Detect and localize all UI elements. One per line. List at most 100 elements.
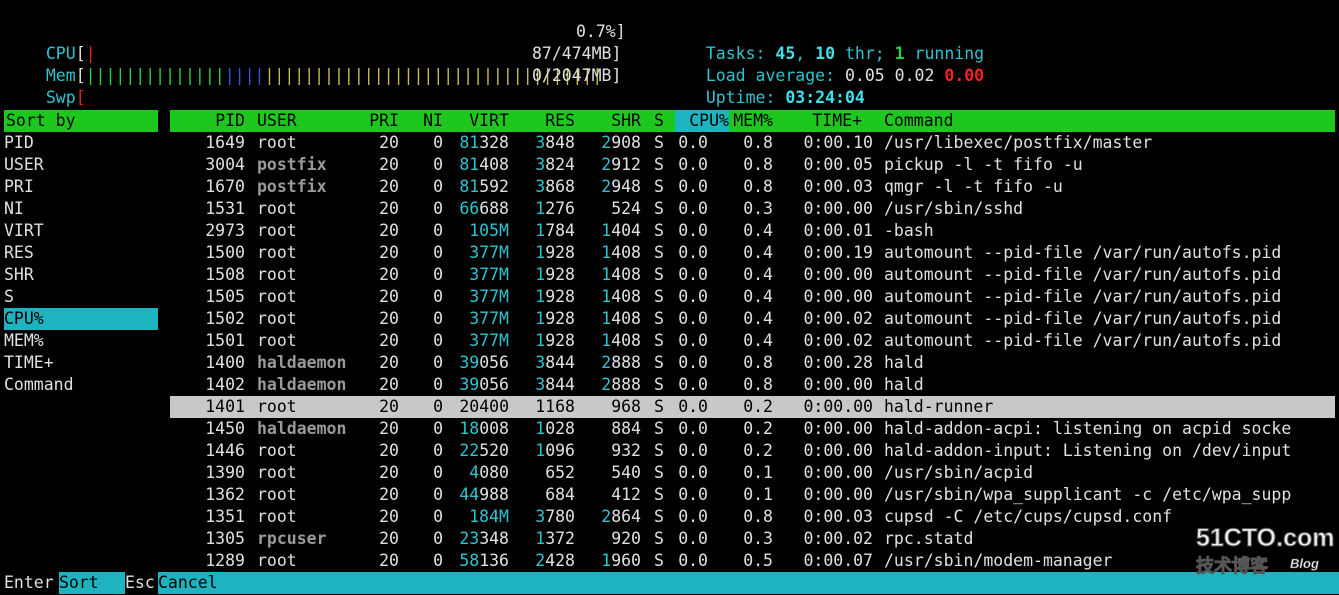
cell-s: S — [654, 199, 664, 218]
cell-shr: 2888 — [601, 353, 641, 372]
cell-cmd: -bash — [884, 221, 934, 240]
cell-user: root — [257, 243, 297, 262]
cell-shr: 884 — [611, 419, 641, 438]
sort-option-cpu[interactable]: CPU% — [4, 308, 158, 330]
uptime: Uptime: 03:24:04 — [705, 88, 865, 107]
cell-pid: 1400 — [205, 353, 245, 372]
table-row[interactable]: 1351 root 20 0 184M 3780 2864 S 0.0 0.8 0:00.03 cup… — [170, 506, 1335, 528]
column-header-ni[interactable]: NI — [423, 110, 443, 132]
table-row[interactable]: 1401 root 20 0 20400 1168 968 S 0.0 0.2 0:00.00 hal… — [170, 396, 1335, 418]
sort-option-ni[interactable]: NI — [4, 198, 158, 220]
column-header-cpu[interactable]: CPU% — [689, 110, 729, 132]
column-header-time[interactable]: TIME+ — [812, 110, 862, 132]
cell-s: S — [654, 551, 664, 570]
cell-ni: 0 — [433, 309, 443, 328]
cell-s: S — [654, 155, 664, 174]
column-header-virt[interactable]: VIRT — [469, 110, 509, 132]
cell-s: S — [654, 265, 664, 284]
sort-option-s[interactable]: S — [4, 286, 158, 308]
cell-user: postfix — [257, 155, 327, 174]
table-row[interactable]: 1402 haldaemon 20 0 39056 3844 2888 S 0.0 0.8 0:00… — [170, 374, 1335, 396]
load-5min: 0.02 — [894, 66, 935, 85]
cell-virt: 20400 — [459, 397, 509, 416]
cell-time: 0:00.00 — [803, 463, 873, 482]
column-header-pri[interactable]: PRI — [369, 110, 399, 132]
column-header-shr[interactable]: SHR — [611, 110, 641, 132]
table-row[interactable]: 1289 root 20 0 58136 2428 1960 S 0.0 0.5 0:00.07/u… — [170, 550, 1335, 572]
sort-option-time[interactable]: TIME+ — [4, 352, 158, 374]
cell-virt: 377M — [469, 309, 509, 328]
cell-shr: 1408 — [601, 287, 641, 306]
table-row[interactable]: 1400 haldaemon 20 0 39056 3844 2888 S 0.0 0.8 0:00… — [170, 352, 1335, 374]
cell-user: haldaemon — [257, 353, 347, 372]
cell-s: S — [654, 485, 664, 504]
cell-time: 0:00.10 — [803, 133, 873, 152]
cell-user: root — [257, 507, 297, 526]
cell-user: root — [257, 309, 297, 328]
cpu-meter: CPU[| — [45, 44, 96, 63]
cell-cmd: hald — [884, 375, 924, 394]
table-row[interactable]: 1446 root 20 0 22520 1096 932 S 0.0 0.2 0:00.00 hal… — [170, 440, 1335, 462]
cell-pri: 20 — [379, 397, 399, 416]
cell-res: 684 — [545, 485, 575, 504]
table-row[interactable]: 1670 postfix 20 0 81592 3868 2948 S 0.0 0.8 0:00.0… — [170, 176, 1335, 198]
table-row[interactable]: 1450 haldaemon 20 0 18008 1028 884 S 0.0 0.2 0:00.… — [170, 418, 1335, 440]
column-header-user[interactable]: USER — [257, 110, 297, 132]
cell-cmd: /usr/sbin/modem-manager — [884, 551, 1113, 570]
column-header-s[interactable]: S — [654, 110, 664, 132]
table-row[interactable]: 1501 root 20 0 377M 1928 1408 S 0.0 0.4 0:00.02 aut… — [170, 330, 1335, 352]
sort-option-virt[interactable]: VIRT — [4, 220, 158, 242]
cell-virt: 377M — [469, 243, 509, 262]
cell-virt: 81328 — [459, 133, 509, 152]
sort-option-user[interactable]: USER — [4, 154, 158, 176]
cell-cmd: /usr/libexec/postfix/master — [884, 133, 1153, 152]
cell-user: root — [257, 221, 297, 240]
column-header-res[interactable]: RES — [545, 110, 575, 132]
cell-virt: 58136 — [459, 551, 509, 570]
table-row[interactable]: 1390 root 20 0 4080 652 540 S 0.0 0.1 0:00.00/usr/… — [170, 462, 1335, 484]
cell-time: 0:00.00 — [803, 441, 873, 460]
cell-pri: 20 — [379, 375, 399, 394]
table-row[interactable]: 1505 root 20 0 377M 1928 1408 S 0.0 0.4 0:00.00 aut… — [170, 286, 1335, 308]
sort-option-res[interactable]: RES — [4, 242, 158, 264]
cell-shr: 920 — [611, 529, 641, 548]
table-row[interactable]: 1502 root 20 0 377M 1928 1408 S 0.0 0.4 0:00.02 aut… — [170, 308, 1335, 330]
table-row[interactable]: 1649 root 20 0 81328 3848 2908 S 0.0 0.8 0:00.10/u… — [170, 132, 1335, 154]
cell-ni: 0 — [433, 199, 443, 218]
column-header-pid[interactable]: PID — [215, 110, 245, 132]
cell-time: 0:00.00 — [803, 419, 873, 438]
sort-option-pri[interactable]: PRI — [4, 176, 158, 198]
esc-key[interactable]: Esc — [125, 572, 155, 594]
table-row[interactable]: 3004 postfix 20 0 81408 3824 2912 S 0.0 0.8 0:00.0… — [170, 154, 1335, 176]
column-header-mem[interactable]: MEM% — [733, 110, 773, 132]
sort-option-shr[interactable]: SHR — [4, 264, 158, 286]
cell-cpu: 0.0 — [678, 331, 708, 350]
cell-time: 0:00.00 — [803, 287, 873, 306]
cell-shr: 2948 — [601, 177, 641, 196]
cell-cmd: /usr/sbin/wpa_supplicant -c /etc/wpa_sup… — [884, 485, 1292, 504]
table-row[interactable]: 1500 root 20 0 377M 1928 1408 S 0.0 0.4 0:00.19 aut… — [170, 242, 1335, 264]
table-row[interactable]: 2973 root 20 0 105M 1784 1404 S 0.0 0.4 0:00.01 -ba… — [170, 220, 1335, 242]
table-row[interactable]: 1305 rpcuser 20 0 23348 1372 920 S 0.0 0.3 0:00.02… — [170, 528, 1335, 550]
table-row[interactable]: 1531 root 20 0 66688 1276 524 S 0.0 0.3 0:00.00/us… — [170, 198, 1335, 220]
cell-virt: 377M — [469, 265, 509, 284]
cell-cmd: hald — [884, 353, 924, 372]
cancel-button[interactable]: Cancel — [158, 572, 1339, 594]
cell-time: 0:00.02 — [803, 529, 873, 548]
cell-res: 1168 — [535, 397, 575, 416]
sort-option-command[interactable]: Command — [4, 374, 158, 396]
cell-pid: 1450 — [205, 419, 245, 438]
table-row[interactable]: 1362 root 20 0 44988 684 412 S 0.0 0.1 0:00.00/usr… — [170, 484, 1335, 506]
sort-button[interactable]: Sort — [59, 572, 125, 594]
cell-s: S — [654, 353, 664, 372]
sort-option-mem[interactable]: MEM% — [4, 330, 158, 352]
cell-cpu: 0.0 — [678, 133, 708, 152]
sort-option-pid[interactable]: PID — [4, 132, 158, 154]
column-header-cmd[interactable]: Command — [884, 110, 954, 132]
cell-s: S — [654, 507, 664, 526]
enter-key[interactable]: Enter — [4, 572, 54, 594]
table-row[interactable]: 1508 root 20 0 377M 1928 1408 S 0.0 0.4 0:00.00 aut… — [170, 264, 1335, 286]
uptime-value: 03:24:04 — [785, 88, 865, 107]
cell-time: 0:00.03 — [803, 507, 873, 526]
cell-pri: 20 — [379, 177, 399, 196]
